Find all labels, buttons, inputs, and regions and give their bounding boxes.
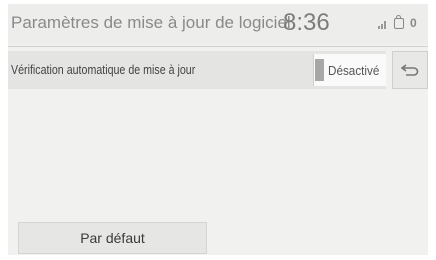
default-button[interactable]: Par défaut: [18, 222, 207, 254]
auto-update-row[interactable]: Vérification automatique de mise à jour …: [8, 51, 386, 89]
status-count: 0: [410, 16, 417, 30]
status-icons: 0: [378, 15, 426, 33]
page-title: Paramètres de mise à jour de logiciel: [11, 13, 291, 32]
screen: Paramètres de mise à jour de logiciel 8:…: [8, 4, 428, 255]
toggle-indicator: [315, 59, 324, 81]
back-arrow-icon: [401, 64, 419, 76]
header: Paramètres de mise à jour de logiciel 8:…: [8, 4, 428, 44]
bag-icon: [394, 15, 404, 29]
back-button[interactable]: [392, 51, 428, 89]
auto-update-toggle[interactable]: Désactivé: [313, 54, 386, 86]
header-divider: [8, 46, 428, 47]
clock: 8:36: [283, 9, 330, 36]
signal-icon: [378, 21, 386, 29]
auto-update-label: Vérification automatique de mise à jour: [11, 62, 196, 77]
toggle-state-label: Désactivé: [328, 63, 380, 78]
default-button-label: Par défaut: [80, 230, 145, 246]
